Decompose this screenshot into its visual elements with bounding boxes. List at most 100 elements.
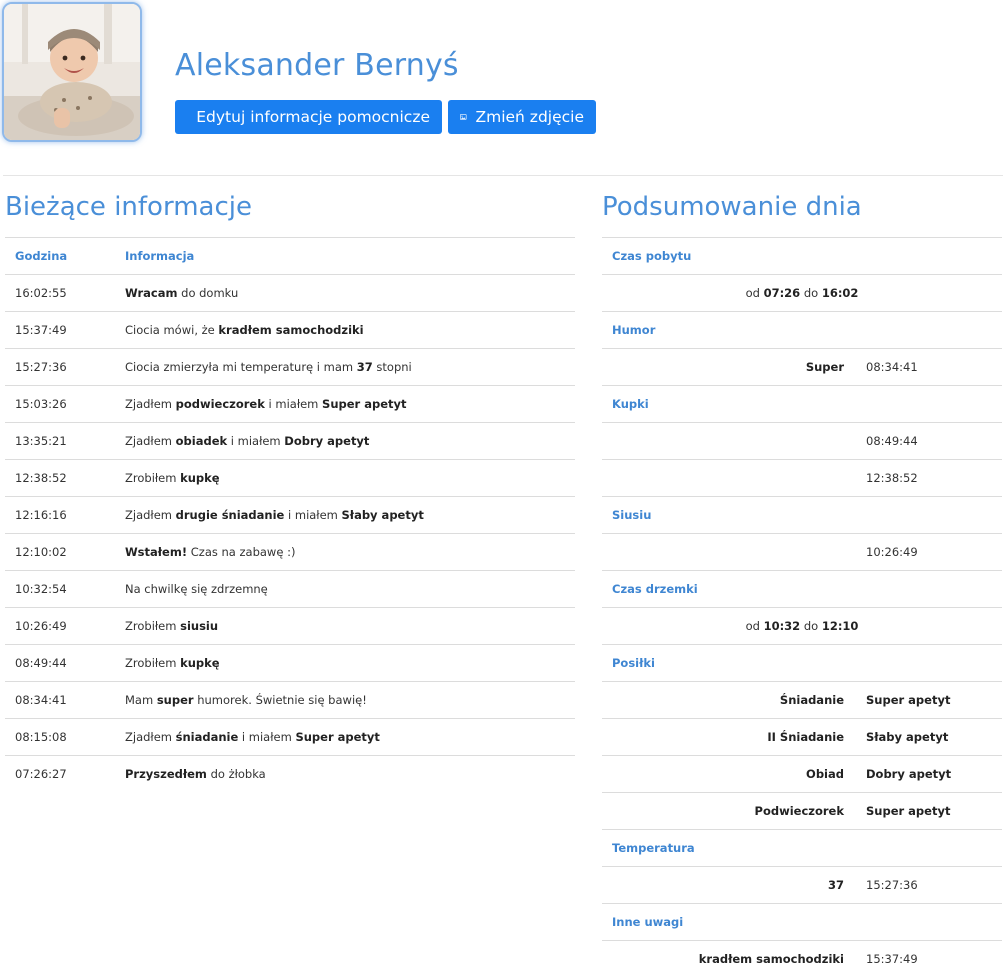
summary-pair-row: 08:49:44 xyxy=(602,423,1002,460)
text-fragment: Zrobiłem xyxy=(125,656,180,670)
summary-value: 12:38:52 xyxy=(866,471,918,485)
row-time: 12:16:16 xyxy=(5,497,115,534)
table-row: 07:26:27Przyszedłem do żłobka xyxy=(5,756,575,793)
summary-pair-row: Super 08:34:41 xyxy=(602,349,1002,386)
table-row: 08:15:08Zjadłem śniadanie i miałem Super… xyxy=(5,719,575,756)
row-info: Ciocia mówi, że kradłem samochodziki xyxy=(115,312,575,349)
row-time: 15:03:26 xyxy=(5,386,115,423)
table-row: 10:32:54Na chwilkę się zdrzemnę xyxy=(5,571,575,608)
table-row: 12:10:02Wstałem! Czas na zabawę :) xyxy=(5,534,575,571)
summary-section-title: Siusiu xyxy=(602,497,1002,534)
day-summary-table: Czas pobytuod 07:26 do 16:02HumorSuper08… xyxy=(602,237,1002,977)
row-time: 08:49:44 xyxy=(5,645,115,682)
summary-label: Super xyxy=(806,360,844,374)
text-fragment: Zjadłem xyxy=(125,397,176,411)
text-fragment: i miałem xyxy=(227,434,284,448)
bold-text: 10:32 xyxy=(764,619,801,633)
row-info: Zrobiłem kupkę xyxy=(115,460,575,497)
bold-text: obiadek xyxy=(176,434,228,448)
summary-label: Śniadanie xyxy=(780,693,844,707)
current-info-table: Godzina Informacja 16:02:55Wracam do dom… xyxy=(5,237,575,792)
summary-pair-row: Obiad Dobry apetyt xyxy=(602,756,1002,793)
summary-section-header: Kupki xyxy=(602,386,1002,423)
edit-info-label: Edytuj informacje pomocnicze xyxy=(196,108,430,126)
row-time: 13:35:21 xyxy=(5,423,115,460)
row-time: 07:26:27 xyxy=(5,756,115,793)
summary-pair-row: PodwieczorekSuper apetyt xyxy=(602,793,1002,830)
summary-section-title: Posiłki xyxy=(602,645,1002,682)
summary-value: 08:34:41 xyxy=(866,360,918,374)
summary-label-cell xyxy=(602,460,856,497)
summary-value-cell: Dobry apetyt xyxy=(856,756,1002,793)
text-fragment: od xyxy=(746,286,764,300)
bold-text: Przyszedłem xyxy=(125,767,207,781)
summary-label-cell: 37 xyxy=(602,867,856,904)
summary-value-cell: 10:26:49 xyxy=(856,534,1002,571)
image-icon xyxy=(460,110,467,124)
change-photo-button[interactable]: Zmień zdjęcie xyxy=(448,100,596,134)
text-fragment: Czas na zabawę :) xyxy=(187,545,295,559)
summary-label-cell xyxy=(602,534,856,571)
row-time: 16:02:55 xyxy=(5,275,115,312)
row-time: 10:32:54 xyxy=(5,571,115,608)
table-row: 13:35:21Zjadłem obiadek i miałem Dobry a… xyxy=(5,423,575,460)
summary-pair-row: 12:38:52 xyxy=(602,460,1002,497)
bold-text: podwieczorek xyxy=(176,397,265,411)
bold-text: 37 xyxy=(357,360,373,374)
summary-label: Obiad xyxy=(806,767,844,781)
summary-value: 08:49:44 xyxy=(866,434,918,448)
summary-value: 10:26:49 xyxy=(866,545,918,559)
row-info: Zjadłem śniadanie i miałem Super apetyt xyxy=(115,719,575,756)
text-fragment: Zrobiłem xyxy=(125,619,180,633)
bold-text: Super apetyt xyxy=(295,730,379,744)
avatar xyxy=(2,2,142,142)
row-time: 15:37:49 xyxy=(5,312,115,349)
bold-text: Super apetyt xyxy=(322,397,406,411)
summary-value-cell: 08:34:41 xyxy=(856,349,1002,386)
summary-value-cell: 08:49:44 xyxy=(856,423,1002,460)
summary-range-row: od 07:26 do 16:02 xyxy=(602,275,1002,312)
table-row: 12:38:52Zrobiłem kupkę xyxy=(5,460,575,497)
summary-value: Słaby apetyt xyxy=(866,730,948,744)
summary-value-cell: Super apetyt xyxy=(856,682,1002,719)
row-time: 12:10:02 xyxy=(5,534,115,571)
bold-text: kradłem samochodziki xyxy=(218,323,363,337)
summary-label: kradłem samochodziki xyxy=(699,952,844,966)
summary-pair-row: 37 15:27:36 xyxy=(602,867,1002,904)
row-time: 08:34:41 xyxy=(5,682,115,719)
summary-section-title: Kupki xyxy=(602,386,1002,423)
bold-text: drugie śniadanie xyxy=(176,508,285,522)
column-header-time: Godzina xyxy=(5,238,115,275)
bold-text: 12:10 xyxy=(822,619,859,633)
table-row: 16:02:55Wracam do domku xyxy=(5,275,575,312)
summary-range: od 07:26 do 16:02 xyxy=(602,275,1002,312)
current-info-section: Bieżące informacje Godzina Informacja 16… xyxy=(5,176,575,792)
summary-pair-row: kradłem samochodziki15:37:49 xyxy=(602,941,1002,977)
bold-text: super xyxy=(157,693,194,707)
row-time: 12:38:52 xyxy=(5,460,115,497)
summary-section-header: Inne uwagi xyxy=(602,904,1002,941)
text-fragment: Zjadłem xyxy=(125,730,176,744)
summary-pair-row: Śniadanie Super apetyt xyxy=(602,682,1002,719)
summary-label-cell: Obiad xyxy=(602,756,856,793)
summary-value: Super apetyt xyxy=(866,693,950,707)
summary-label: 37 xyxy=(828,878,844,892)
summary-value: 15:27:36 xyxy=(866,878,918,892)
row-info: Zjadłem drugie śniadanie i miałem Słaby … xyxy=(115,497,575,534)
row-info: Zjadłem podwieczorek i miałem Super apet… xyxy=(115,386,575,423)
column-header-info: Informacja xyxy=(115,238,575,275)
summary-label-cell: Super xyxy=(602,349,856,386)
text-fragment: do xyxy=(800,619,822,633)
bold-text: Dobry apetyt xyxy=(284,434,369,448)
summary-value: Dobry apetyt xyxy=(866,767,951,781)
summary-section-title: Czas drzemki xyxy=(602,571,1002,608)
edit-info-button[interactable]: Edytuj informacje pomocnicze xyxy=(175,100,442,134)
bold-text: siusiu xyxy=(180,619,218,633)
text-fragment: Zjadłem xyxy=(125,508,176,522)
bold-text: Słaby apetyt xyxy=(342,508,424,522)
text-fragment: i miałem xyxy=(265,397,322,411)
summary-section-title: Inne uwagi xyxy=(602,904,1002,941)
text-fragment: i miałem xyxy=(284,508,341,522)
text-fragment: do xyxy=(800,286,822,300)
row-info: Wstałem! Czas na zabawę :) xyxy=(115,534,575,571)
